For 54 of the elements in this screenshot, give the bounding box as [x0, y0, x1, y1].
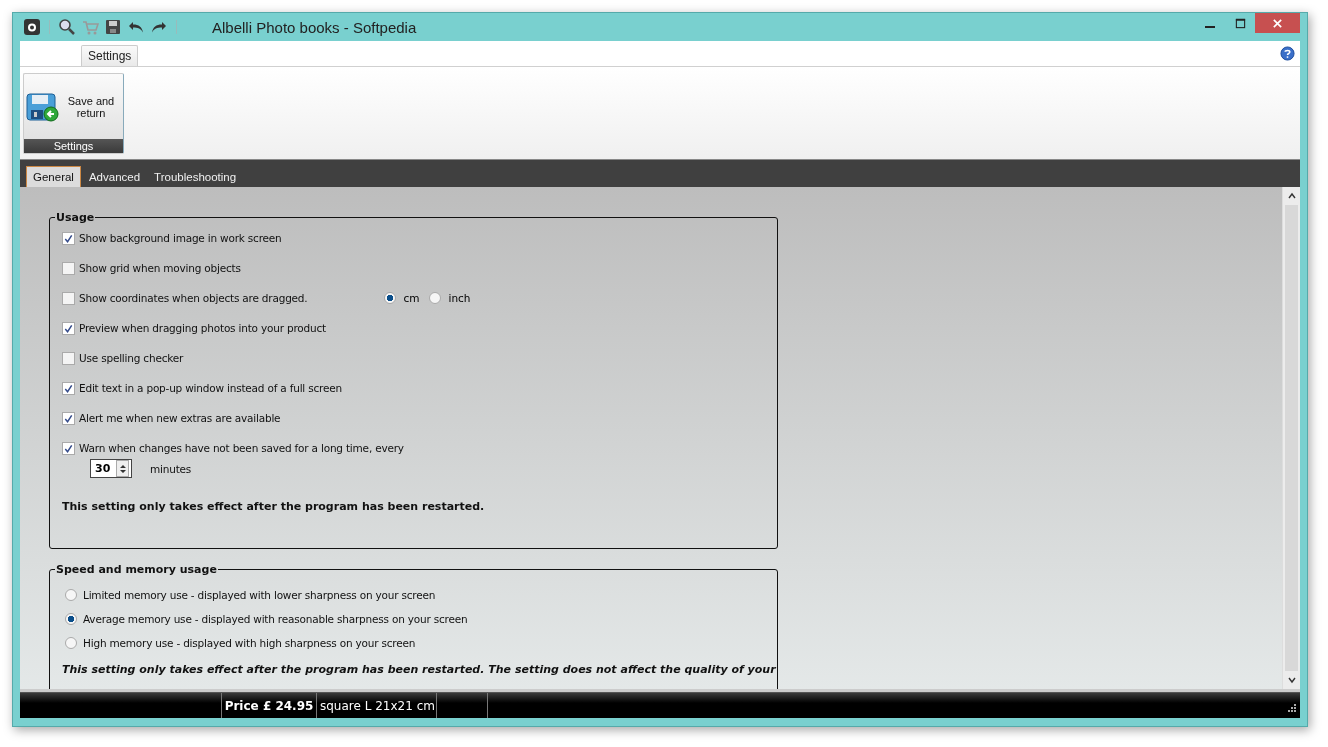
search-icon[interactable]: [58, 18, 76, 36]
option-label: Average memory use - displayed with reasonable sharpness on your screen: [83, 613, 468, 625]
scrollbar[interactable]: [1282, 187, 1300, 689]
option-label: Edit text in a pop-up window instead of a full screen: [79, 382, 342, 394]
resize-grip-icon[interactable]: [1285, 703, 1297, 715]
unit-label: minutes: [150, 462, 192, 475]
checkbox[interactable]: [62, 381, 75, 395]
checkbox[interactable]: [62, 351, 75, 365]
radio-button[interactable]: [65, 613, 77, 625]
checkbox[interactable]: [62, 261, 75, 275]
option-label: Show background image in work screen: [79, 232, 282, 244]
checkbox[interactable]: [62, 231, 75, 245]
radio-button[interactable]: [65, 637, 77, 649]
help-icon[interactable]: [1280, 46, 1295, 61]
window-title: Albelli Photo books - Softpedia: [212, 18, 417, 36]
format-label: square L 21x21 cm: [317, 693, 437, 718]
option-label: High memory use - displayed with high sharpness on your screen: [83, 637, 416, 649]
group-title: Usage: [55, 211, 96, 224]
page-tab[interactable]: Troubleshooting: [148, 166, 243, 187]
restart-note: This setting only takes effect after the program has been restarted.: [62, 500, 486, 513]
option-label: Limited memory use - displayed with lower sharpness on your screen: [83, 589, 436, 601]
page-tab[interactable]: General: [26, 166, 81, 187]
save-icon[interactable]: [104, 18, 122, 36]
page-tab[interactable]: Advanced: [82, 166, 147, 187]
restart-note: This setting only takes effect after the program has been restarted. The setting does not affect the quality of your: [62, 663, 777, 677]
checkbox[interactable]: [62, 321, 75, 335]
unit-label: inch: [448, 292, 471, 304]
radio-button[interactable]: [65, 589, 77, 601]
minimize-icon: [1205, 26, 1215, 28]
app-logo-icon[interactable]: [23, 18, 41, 36]
scroll-up-icon[interactable]: [1286, 191, 1297, 201]
option-label: Show coordinates when objects are dragged.: [79, 292, 308, 304]
option-label: Show grid when moving objects: [79, 262, 241, 274]
option-label: Alert me when new extras are available: [79, 412, 281, 424]
checkbox[interactable]: [62, 291, 75, 305]
minutes-spinner[interactable]: 30: [90, 459, 132, 478]
option-label: Warn when changes have not been saved for a long time, every: [79, 442, 404, 454]
close-icon: [1272, 17, 1283, 29]
option-label: Preview when dragging photos into your product: [79, 322, 326, 334]
radio-button[interactable]: [429, 292, 442, 304]
radio-button[interactable]: [384, 292, 397, 304]
ribbon-tab[interactable]: Settings: [81, 45, 139, 66]
group-title: Speed and memory usage: [55, 563, 218, 576]
spin-arrows-icon[interactable]: [118, 462, 127, 475]
checkbox[interactable]: [62, 441, 75, 455]
price-label: Price £ 24.95: [222, 693, 317, 718]
unit-label: cm: [403, 292, 420, 304]
save-icon: [26, 90, 60, 123]
checkbox[interactable]: [62, 411, 75, 425]
maximize-icon: [1234, 17, 1246, 29]
save-and-return-button[interactable]: Save and return: [24, 74, 123, 139]
option-label: Use spelling checker: [79, 352, 184, 364]
ribbon-group-label: Settings: [24, 139, 123, 153]
scroll-down-icon[interactable]: [1286, 675, 1297, 685]
